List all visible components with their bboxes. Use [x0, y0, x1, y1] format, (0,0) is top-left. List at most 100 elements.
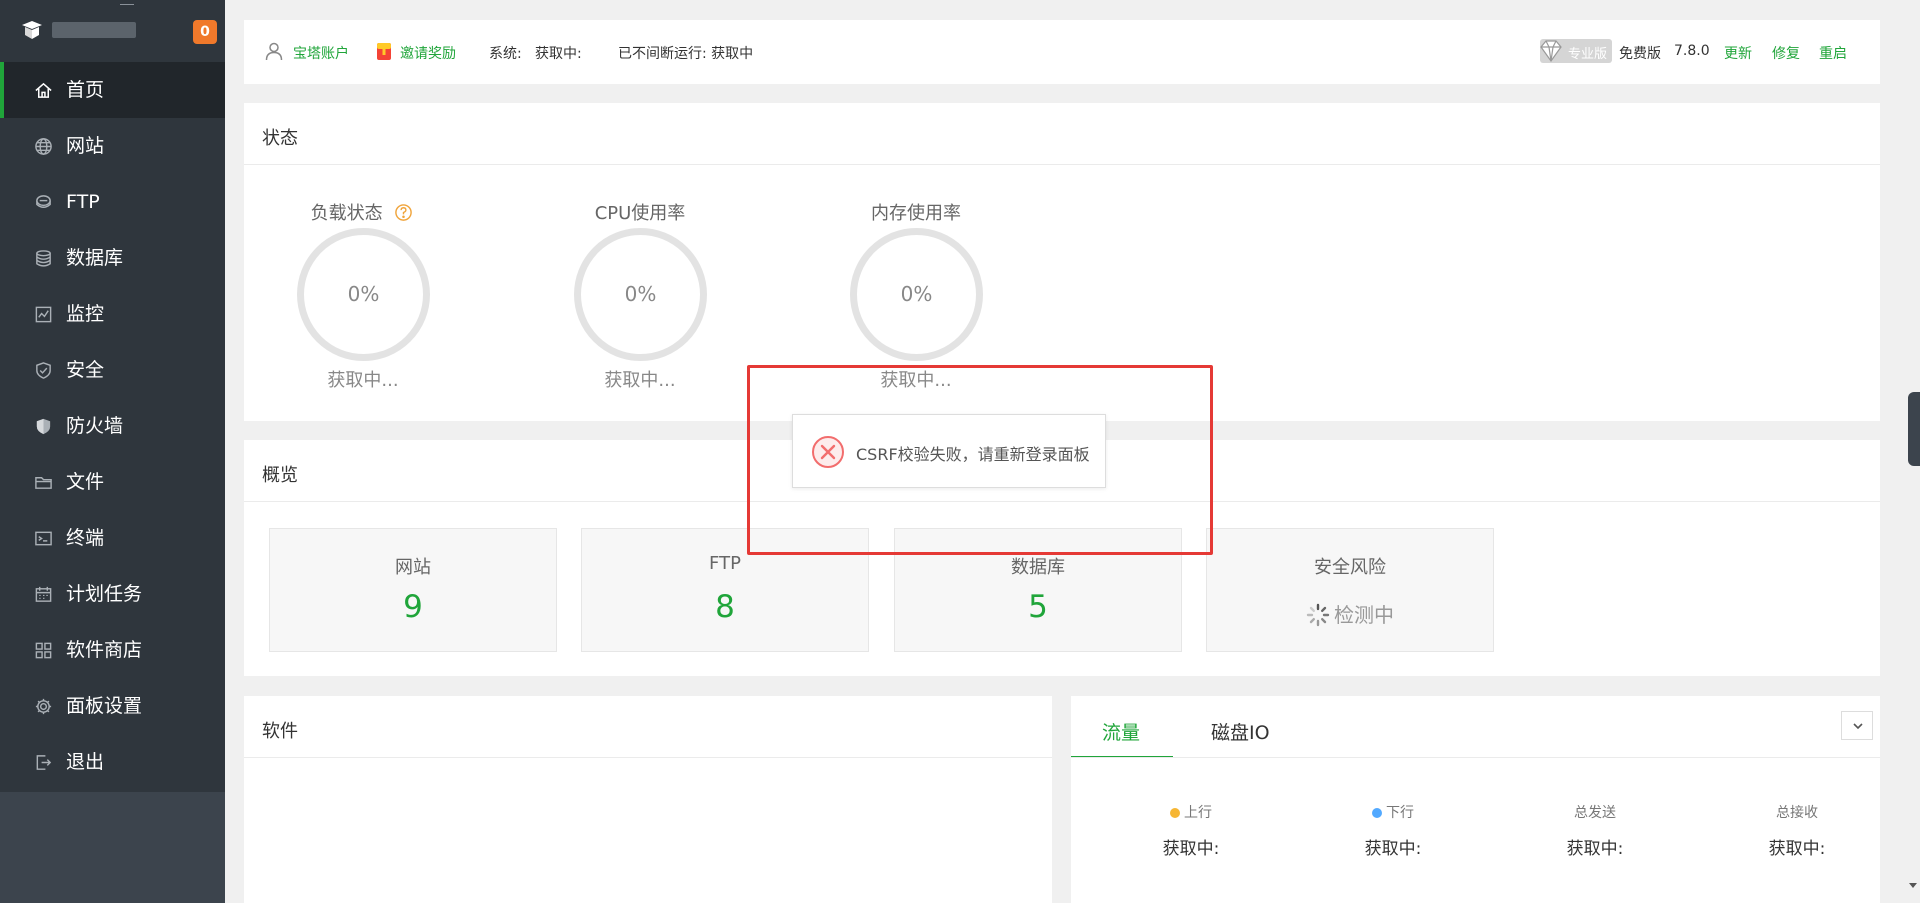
sidebar-item-label: 退出	[66, 751, 105, 773]
error-circle-icon	[812, 436, 844, 468]
sidebar-item-label: 数据库	[66, 247, 124, 269]
overview-security-label: 安全风险	[1314, 557, 1386, 578]
message-badge[interactable]: 0	[193, 20, 217, 44]
load-status: 获取中...	[327, 370, 399, 391]
sidebar-item-cron[interactable]: 计划任务	[0, 566, 225, 622]
update-link[interactable]: 更新	[1724, 43, 1752, 63]
logout-icon	[36, 755, 52, 770]
sidebar-item-website[interactable]: 网站	[0, 118, 225, 174]
load-label-text: 负载状态	[310, 203, 383, 224]
overview-ftp-label: FTP	[709, 553, 741, 574]
scrollbar[interactable]	[1904, 0, 1920, 903]
system-value: 获取中:	[535, 46, 582, 62]
traffic-total-sent-value: 获取中:	[1566, 839, 1624, 859]
sidebar-item-monitor[interactable]: 监控	[0, 286, 225, 342]
firewall-shield-icon	[36, 418, 51, 435]
cpu-label: CPU使用率	[594, 203, 686, 224]
traffic-total-sent-label: 总发送	[1574, 805, 1616, 821]
overview-database-count[interactable]: 5	[895, 589, 1181, 625]
sidebar-item-firewall[interactable]: 防火墙	[0, 398, 225, 454]
repair-link[interactable]: 修复	[1772, 43, 1800, 63]
software-title: 软件	[262, 721, 298, 742]
gift-icon	[377, 43, 391, 60]
restart-link[interactable]: 重启	[1819, 43, 1847, 63]
traffic-upload: 上行 获取中:	[1121, 802, 1261, 859]
edition-text: 免费版	[1619, 46, 1661, 62]
status-title: 状态	[262, 128, 298, 149]
overview-security-status: 检测中	[1207, 599, 1493, 628]
load-label: 负载状态	[262, 199, 462, 225]
sidebar-header: 0	[0, 0, 225, 62]
help-icon[interactable]	[394, 203, 413, 222]
traffic-total-received-label: 总接收	[1776, 805, 1818, 821]
traffic-upload-value: 获取中:	[1162, 839, 1220, 859]
sidebar-item-label: 监控	[66, 303, 105, 325]
traffic-select[interactable]	[1841, 711, 1873, 740]
sidebar-item-label: 软件商店	[66, 639, 143, 661]
sidebar-menu: 首页 网站 FTP 数据库 监控 安全 防火墙 文件 终端 计划任务 软件商店 …	[0, 62, 225, 792]
terminal-icon	[35, 531, 52, 546]
scroll-down-arrow-icon[interactable]	[1909, 883, 1917, 888]
grid-icon	[35, 642, 52, 659]
traffic-upload-label: 上行	[1121, 802, 1261, 822]
traffic-download: 下行 获取中:	[1323, 802, 1463, 859]
sidebar-item-label: 计划任务	[66, 583, 143, 605]
system-label: 系统:	[489, 46, 522, 62]
chevron-down-icon	[1853, 723, 1863, 730]
sidebar-item-label: FTP	[66, 191, 100, 213]
memory-gauge-value: 0%	[900, 282, 933, 306]
traffic-card: 流量 磁盘IO 上行 获取中: 下行 获取中: 总发送 获取中: 总接收 获取中…	[1071, 696, 1880, 903]
overview-website-count[interactable]: 9	[270, 589, 556, 625]
sidebar-item-home[interactable]: 首页	[0, 62, 225, 118]
diamond-icon	[1540, 40, 1562, 63]
traffic-download-value: 获取中:	[1364, 839, 1422, 859]
sidebar-item-files[interactable]: 文件	[0, 454, 225, 510]
traffic-download-label-text: 下行	[1386, 805, 1414, 821]
software-card: 软件	[244, 696, 1052, 903]
status-divider	[244, 164, 1880, 165]
sidebar-item-label: 面板设置	[66, 695, 143, 717]
sidebar-item-logout[interactable]: 退出	[0, 734, 225, 790]
logo-icon	[22, 21, 42, 39]
overview-website-box[interactable]: 网站 9	[269, 528, 557, 652]
tab-traffic[interactable]: 流量	[1102, 718, 1140, 745]
account-link[interactable]: 宝塔账户	[293, 43, 349, 63]
overview-security-risk-box[interactable]: 安全风险 检测中	[1206, 528, 1494, 652]
sidebar-item-app-store[interactable]: 软件商店	[0, 622, 225, 678]
overview-database-label: 数据库	[1011, 557, 1065, 578]
loading-spinner-icon	[1306, 603, 1330, 627]
pro-badge-label: 专业版	[1568, 47, 1608, 62]
collapse-handle[interactable]	[120, 4, 134, 5]
side-widget-tab[interactable]	[1908, 392, 1920, 466]
sidebar-item-security[interactable]: 安全	[0, 342, 225, 398]
monitor-icon	[35, 306, 52, 323]
uptime-text: 已不间断运行: 获取中	[618, 46, 754, 62]
memory-gauge[interactable]: 0%	[850, 228, 983, 361]
calendar-icon	[35, 586, 52, 602]
invite-link[interactable]: 邀请奖励	[400, 43, 456, 63]
sidebar-item-label: 首页	[66, 79, 105, 101]
software-divider	[244, 757, 1052, 758]
sidebar-item-terminal[interactable]: 终端	[0, 510, 225, 566]
memory-label: 内存使用率	[871, 203, 961, 224]
overview-ftp-count[interactable]: 8	[582, 589, 868, 625]
error-toast-message: CSRF校验失败，请重新登录面板	[856, 445, 1090, 464]
load-gauge[interactable]: 0%	[297, 228, 430, 361]
cpu-gauge-value: 0%	[624, 282, 657, 306]
server-name-blurred	[52, 22, 136, 38]
sidebar-item-ftp[interactable]: FTP	[0, 174, 225, 230]
folder-icon	[35, 477, 52, 489]
overview-website-label: 网站	[395, 557, 431, 578]
cpu-gauge[interactable]: 0%	[574, 228, 707, 361]
tab-disk-io[interactable]: 磁盘IO	[1211, 718, 1270, 745]
sidebar-item-label: 安全	[66, 359, 105, 381]
sidebar-item-label: 网站	[66, 135, 105, 157]
error-toast: CSRF校验失败，请重新登录面板	[792, 414, 1106, 488]
traffic-total-received: 总接收 获取中:	[1727, 802, 1867, 859]
pro-edition-badge[interactable]: 专业版	[1540, 39, 1612, 63]
sidebar-item-label: 终端	[66, 527, 105, 549]
shield-check-icon	[36, 362, 51, 379]
sidebar-item-settings[interactable]: 面板设置	[0, 678, 225, 734]
sidebar-item-database[interactable]: 数据库	[0, 230, 225, 286]
overview-security-value: 检测中	[1334, 603, 1394, 627]
